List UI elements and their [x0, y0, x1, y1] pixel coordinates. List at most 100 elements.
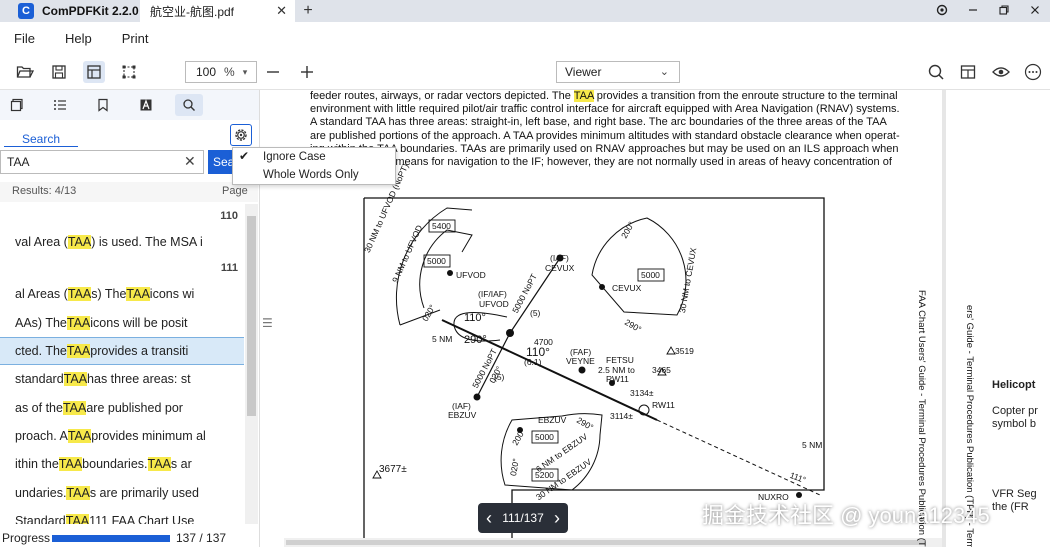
watermark-text: 掘金技术社区 @ youna12345 — [702, 503, 990, 528]
zoom-dropdown-icon[interactable]: ▾ — [243, 67, 248, 78]
chart-label: 3519 — [675, 346, 694, 356]
view-mode-value: Viewer — [565, 65, 602, 79]
more-options-icon[interactable] — [1022, 61, 1044, 83]
tab-search[interactable] — [175, 94, 203, 116]
save-icon[interactable] — [48, 61, 70, 83]
option-ignore-case[interactable]: Ignore Case — [263, 151, 326, 163]
sidebar-tabs — [0, 90, 259, 120]
result-text: AAs) The — [15, 315, 67, 330]
chart-label: 5000 — [535, 432, 554, 442]
section-heading: Helicopt — [992, 379, 1036, 391]
tab-outline[interactable] — [46, 94, 74, 116]
chart-label: RW11 — [652, 400, 675, 410]
chart-label: 110° — [464, 312, 486, 324]
settings-gear-icon[interactable] — [926, 3, 957, 20]
previous-page-button[interactable]: ‹ — [486, 508, 492, 529]
result-highlight: TAA — [62, 400, 87, 415]
search-section-label[interactable]: Search — [22, 132, 60, 146]
gear-icon — [235, 129, 247, 141]
result-highlight: TAA — [67, 287, 92, 302]
result-highlight: TAA — [65, 513, 90, 524]
result-text: as of the — [15, 400, 63, 415]
eye-icon[interactable] — [990, 61, 1012, 83]
right-page-text: the (FR — [992, 501, 1029, 513]
results-scrollbar[interactable] — [245, 204, 258, 524]
search-result-item[interactable]: as of the TAA are published por — [0, 393, 244, 421]
chart-label: CEVUX — [545, 263, 575, 273]
annotation-icon — [140, 99, 152, 111]
search-result-item[interactable]: val Area (TAA) is used. The MSA i — [0, 228, 244, 256]
result-highlight: TAA — [126, 287, 150, 302]
horizontal-scroll-thumb[interactable] — [286, 540, 926, 545]
next-page-button[interactable]: › — [554, 508, 560, 529]
search-options-button[interactable] — [230, 124, 252, 146]
thumbnails-icon — [10, 98, 23, 112]
chart-label: RW11 — [606, 374, 629, 384]
search-results-list: 110 val Area (TAA) is used. The MSA i 111 a… — [0, 204, 244, 524]
menu-print[interactable]: Print — [122, 31, 149, 46]
chart-label: 5 NM — [802, 440, 823, 450]
page-layout-icon[interactable] — [83, 61, 105, 83]
result-text: has three areas: st — [87, 372, 191, 387]
chart-label: 5000 — [427, 256, 446, 266]
app-tab[interactable]: C ComPDFKit 2.2.0 — [0, 0, 140, 22]
chart-label: (IAF) — [550, 253, 569, 263]
result-highlight: TAA — [67, 428, 92, 443]
result-highlight: TAA — [66, 344, 91, 359]
search-result-item[interactable]: cted. The TAA provides a transiti — [0, 336, 244, 366]
split-view-icon[interactable] — [957, 61, 979, 83]
open-folder-icon[interactable] — [14, 61, 36, 83]
result-highlight: TAA — [66, 485, 90, 500]
option-whole-words[interactable]: Whole Words Only — [263, 169, 359, 181]
results-header: Results: 4/13 Page — [0, 182, 258, 202]
zoom-in-icon[interactable] — [296, 61, 318, 83]
search-result-item[interactable]: standard TAA has three areas: st — [0, 365, 244, 393]
chart-label: 3134± — [630, 388, 654, 398]
bookmark-icon — [98, 98, 108, 112]
chart-label: 290° — [623, 317, 644, 335]
search-input[interactable]: TAA — [0, 150, 204, 174]
search-result-item[interactable]: ithin the TAA boundaries. TAA s ar — [0, 450, 244, 478]
close-tab-icon[interactable]: ✕ — [276, 3, 287, 19]
result-text: 111 FAA Chart Use — [89, 513, 195, 524]
view-mode-select[interactable]: Viewer ⌄ — [556, 61, 680, 83]
chart-label: 290° — [575, 415, 596, 433]
search-result-item[interactable]: AAs) The TAA icons will be posit — [0, 309, 244, 337]
page-navigator: ‹ 111/137 › — [478, 503, 568, 533]
app-name: ComPDFKit 2.2.0 — [42, 4, 139, 18]
chart-label: 9 NM to UFVOD — [390, 223, 425, 285]
search-result-item[interactable]: proach. A TAA provides minimum al — [0, 422, 244, 450]
chart-label: EBZUV — [538, 415, 567, 425]
zoom-input[interactable]: 100 % ▾ — [185, 61, 257, 83]
result-text: val Area ( — [15, 235, 68, 250]
search-icon[interactable] — [925, 61, 947, 83]
menu-help[interactable]: Help — [65, 31, 92, 46]
chart-label: 3465 — [652, 365, 671, 375]
menu-bar: File Help Print — [0, 22, 1050, 54]
search-result-item[interactable]: undaries. TAA s are primarily used — [0, 478, 244, 506]
page-indicator[interactable]: 111/137 — [502, 511, 544, 525]
progress-bar — [52, 535, 170, 542]
chart-label: 5200 — [535, 470, 554, 480]
close-window-icon[interactable] — [1019, 4, 1050, 19]
result-highlight: TAA — [67, 235, 92, 250]
minimize-icon[interactable] — [957, 4, 988, 19]
results-scroll-thumb[interactable] — [247, 216, 256, 416]
restore-icon[interactable] — [988, 4, 1019, 19]
zoom-out-icon[interactable] — [262, 61, 284, 83]
result-highlight: TAA — [66, 315, 91, 330]
search-result-item[interactable]: al Areas (TAA s) The TAA icons wi — [0, 280, 244, 308]
clear-search-icon[interactable]: ✕ — [184, 153, 196, 170]
tab-bookmarks[interactable] — [89, 94, 117, 116]
tab-thumbnails[interactable] — [3, 94, 31, 116]
tab-annotations[interactable] — [132, 94, 160, 116]
search-progress: Progress 137 / 137 — [0, 530, 258, 547]
menu-file[interactable]: File — [14, 31, 35, 46]
toolbar: 100 % ▾ Viewer ⌄ — [0, 54, 1050, 90]
new-tab-button[interactable]: + — [295, 2, 321, 20]
horizontal-scrollbar[interactable] — [284, 538, 942, 547]
document-tab[interactable]: 航空业-航图.pdf ✕ — [140, 0, 295, 22]
crop-select-icon[interactable] — [118, 61, 140, 83]
search-result-item[interactable]: Standard TAA 111 FAA Chart Use — [0, 507, 244, 524]
checkmark-icon: ✔ — [239, 149, 250, 163]
